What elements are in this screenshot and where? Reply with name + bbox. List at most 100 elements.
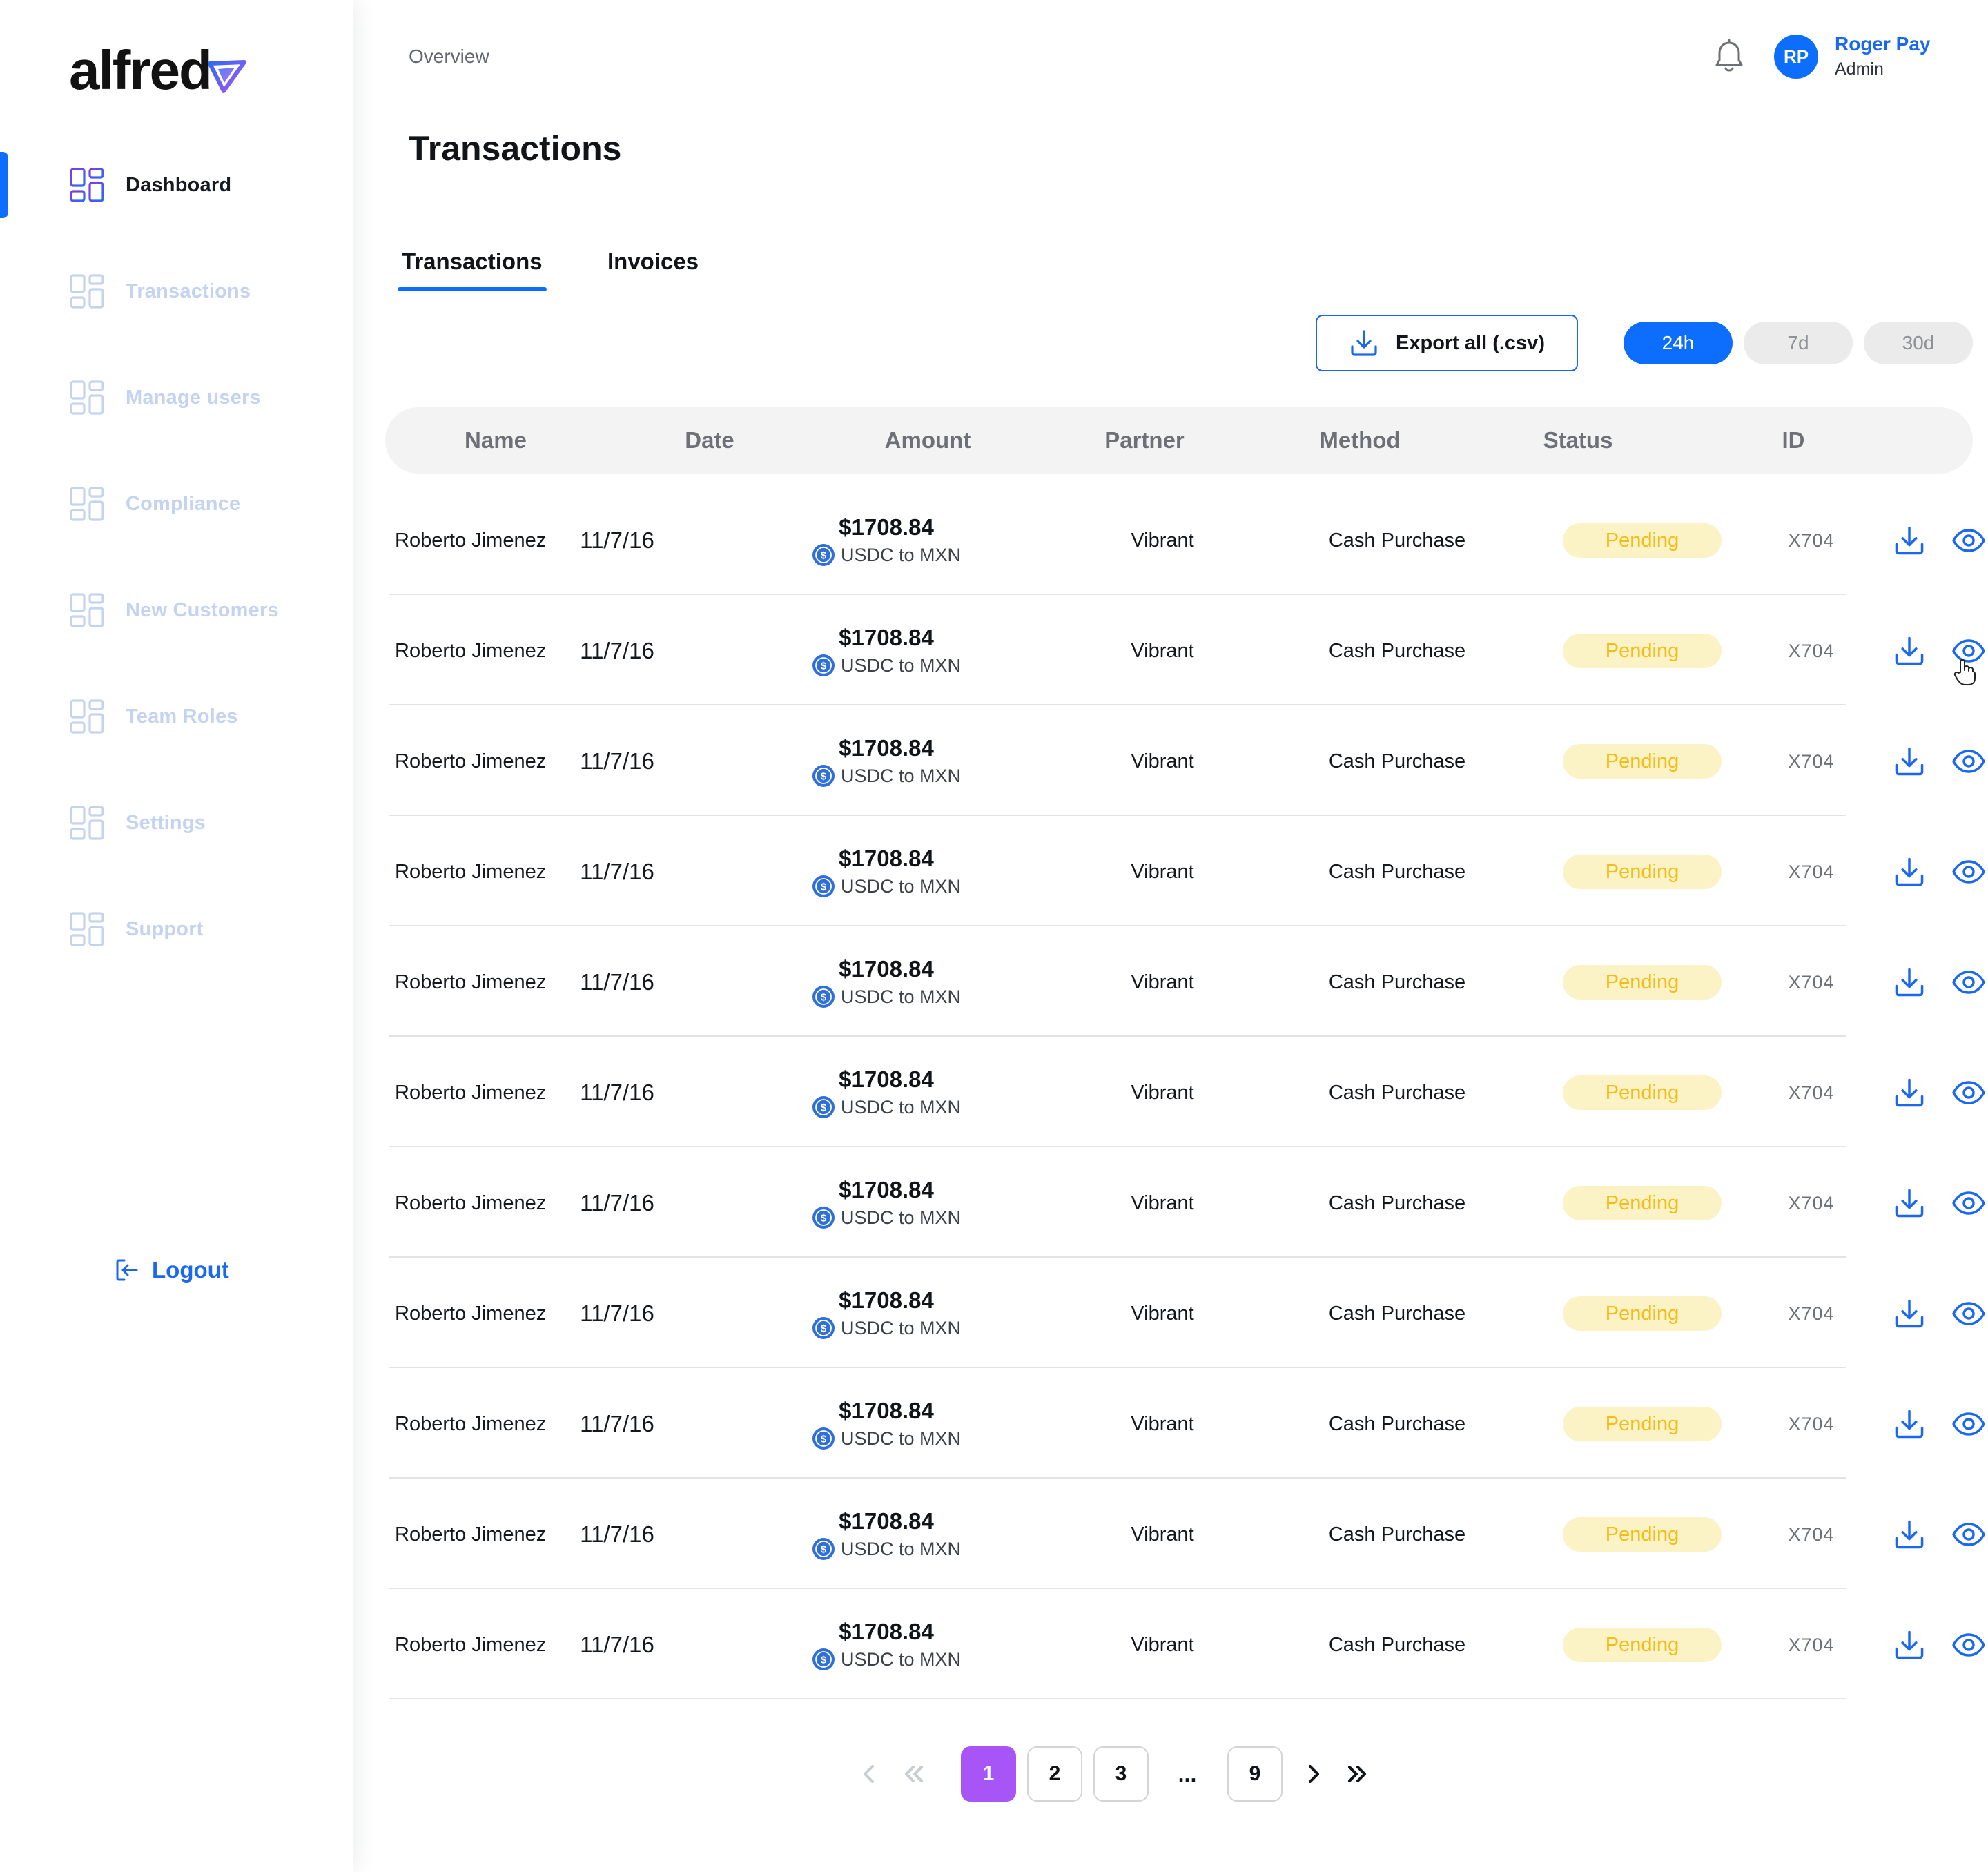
user-name[interactable]: Roger Pay — [1835, 33, 1931, 55]
next-page-button[interactable] — [1303, 1758, 1324, 1793]
avatar[interactable]: RP — [1774, 35, 1818, 79]
page-title: Transactions — [409, 129, 622, 168]
row-download-button[interactable] — [1890, 929, 1929, 1035]
row-view-button[interactable] — [1948, 929, 1988, 1035]
cell-method: Cash Purchase — [1328, 1081, 1466, 1104]
cell-method: Cash Purchase — [1328, 529, 1466, 552]
brand-logo[interactable]: alfred — [69, 43, 247, 98]
sidebar-item-team-roles[interactable]: Team Roles — [69, 696, 238, 737]
page-button-3[interactable]: 3 — [1093, 1746, 1149, 1802]
range-30d[interactable]: 30d — [1864, 322, 1973, 364]
sidebar-item-support[interactable]: Support — [69, 908, 204, 950]
page-button-2[interactable]: 2 — [1027, 1746, 1082, 1802]
row-download-button[interactable] — [1890, 1481, 1929, 1588]
status-badge: Pending — [1563, 1075, 1722, 1110]
cell-method: Cash Purchase — [1328, 1633, 1466, 1656]
row-download-button[interactable] — [1890, 487, 1929, 594]
breadcrumb[interactable]: Overview — [409, 46, 489, 68]
brand-name: alfred — [69, 39, 213, 101]
row-download-button[interactable] — [1890, 1150, 1929, 1256]
chevron-left-icon — [864, 1765, 874, 1783]
grid-icon — [70, 912, 104, 946]
cell-partner: Vibrant — [1131, 1191, 1194, 1214]
range-24h[interactable]: 24h — [1624, 322, 1733, 364]
row-download-button[interactable] — [1890, 819, 1929, 925]
sidebar-item-manage-users[interactable]: Manage users — [69, 377, 261, 418]
sidebar-item-compliance[interactable]: Compliance — [69, 483, 240, 525]
eye-icon — [1952, 1302, 1985, 1325]
table-row[interactable]: Roberto Jimenez 11/7/16 $1708.84 $ USDC to M… — [389, 1481, 1985, 1593]
row-download-button[interactable] — [1890, 708, 1929, 815]
svg-text:$: $ — [821, 1544, 827, 1556]
row-download-button[interactable] — [1890, 1592, 1929, 1698]
prev-page-button[interactable] — [859, 1758, 879, 1793]
logout-button[interactable]: Logout — [113, 1256, 229, 1284]
row-download-button[interactable] — [1890, 1260, 1929, 1367]
currency-pair-label: USDC to MXN — [840, 1538, 962, 1559]
export-csv-button[interactable]: Export all (.csv) — [1316, 315, 1578, 371]
row-view-button[interactable] — [1948, 1040, 1988, 1146]
table-row[interactable]: Roberto Jimenez 11/7/16 $1708.84 $ USDC to M… — [389, 819, 1985, 930]
row-view-button[interactable] — [1948, 598, 1988, 704]
row-download-button[interactable] — [1890, 1040, 1929, 1146]
table-row[interactable]: Roberto Jimenez 11/7/16 $1708.84 $ USDC to M… — [389, 1371, 1985, 1483]
row-divider — [389, 594, 1846, 595]
cell-date: 11/7/16 — [580, 1190, 654, 1216]
row-divider — [389, 815, 1846, 816]
cell-name: Roberto Jimenez — [395, 971, 547, 993]
last-page-button[interactable] — [1343, 1758, 1371, 1793]
column-header-name[interactable]: Name — [465, 407, 527, 474]
tab-transactions[interactable]: Transactions — [398, 248, 547, 291]
row-view-button[interactable] — [1948, 1481, 1988, 1588]
cell-name: Roberto Jimenez — [395, 639, 547, 662]
column-header-amount[interactable]: Amount — [885, 407, 971, 474]
cell-amount: $1708.84 $ USDC to MXN — [790, 708, 983, 815]
column-header-id[interactable]: ID — [1782, 407, 1805, 474]
table-row[interactable]: Roberto Jimenez 11/7/16 $1708.84 $ USDC to M… — [389, 708, 1985, 820]
column-header-method[interactable]: Method — [1319, 407, 1400, 474]
table-row[interactable]: Roberto Jimenez 11/7/16 $1708.84 $ USDC to M… — [389, 1040, 1985, 1151]
row-view-button[interactable] — [1948, 1150, 1988, 1256]
amount-value: $1708.84 — [839, 1287, 934, 1313]
table-row[interactable]: Roberto Jimenez 11/7/16 $1708.84 $ USDC to M… — [389, 598, 1985, 710]
row-view-button[interactable] — [1948, 1371, 1988, 1477]
double-chevron-left-icon — [905, 1766, 923, 1782]
cell-name: Roberto Jimenez — [395, 1302, 547, 1325]
cell-id: X704 — [1788, 1303, 1835, 1324]
table-row[interactable]: Roberto Jimenez 11/7/16 $1708.84 $ USDC to M… — [389, 1260, 1985, 1372]
row-view-button[interactable] — [1948, 708, 1988, 815]
svg-text:$: $ — [821, 771, 827, 783]
sidebar-item-dashboard[interactable]: Dashboard — [69, 164, 231, 206]
cell-id: X704 — [1788, 971, 1835, 993]
row-view-button[interactable] — [1948, 1260, 1988, 1367]
cell-amount: $1708.84 $ USDC to MXN — [790, 1040, 983, 1146]
currency-pair: $ USDC to MXN — [812, 764, 961, 788]
table-row[interactable]: Roberto Jimenez 11/7/16 $1708.84 $ USDC to M… — [389, 929, 1985, 1041]
sidebar-item-transactions[interactable]: Transactions — [69, 271, 251, 312]
column-header-status[interactable]: Status — [1543, 407, 1613, 474]
sidebar-item-settings[interactable]: Settings — [69, 802, 206, 844]
table-row[interactable]: Roberto Jimenez 11/7/16 $1708.84 $ USDC to M… — [389, 1150, 1985, 1262]
range-7d[interactable]: 7d — [1744, 322, 1853, 364]
notifications-button[interactable] — [1713, 39, 1745, 78]
row-view-button[interactable] — [1948, 1592, 1988, 1698]
sidebar-item-new-customers[interactable]: New Customers — [69, 589, 279, 631]
first-page-button[interactable] — [900, 1758, 928, 1793]
cell-method: Cash Purchase — [1328, 860, 1466, 883]
status-badge: Pending — [1563, 1628, 1722, 1662]
table-row[interactable]: Roberto Jimenez 11/7/16 $1708.84 $ USDC to M… — [389, 487, 1985, 599]
usdc-coin-icon: $ — [812, 544, 835, 566]
page-button-1[interactable]: 1 — [961, 1746, 1016, 1802]
row-download-button[interactable] — [1890, 1371, 1929, 1477]
row-download-button[interactable] — [1890, 598, 1929, 704]
tab-invoices[interactable]: Invoices — [603, 248, 703, 275]
cell-id: X704 — [1788, 750, 1835, 772]
page-button-9[interactable]: 9 — [1227, 1746, 1283, 1802]
table-row[interactable]: Roberto Jimenez 11/7/16 $1708.84 $ USDC to M… — [389, 1592, 1985, 1704]
row-view-button[interactable] — [1948, 819, 1988, 925]
column-header-date[interactable]: Date — [685, 407, 734, 474]
row-view-button[interactable] — [1948, 487, 1988, 594]
cell-partner: Vibrant — [1131, 639, 1194, 662]
svg-text:$: $ — [821, 1655, 827, 1666]
column-header-partner[interactable]: Partner — [1104, 407, 1185, 474]
